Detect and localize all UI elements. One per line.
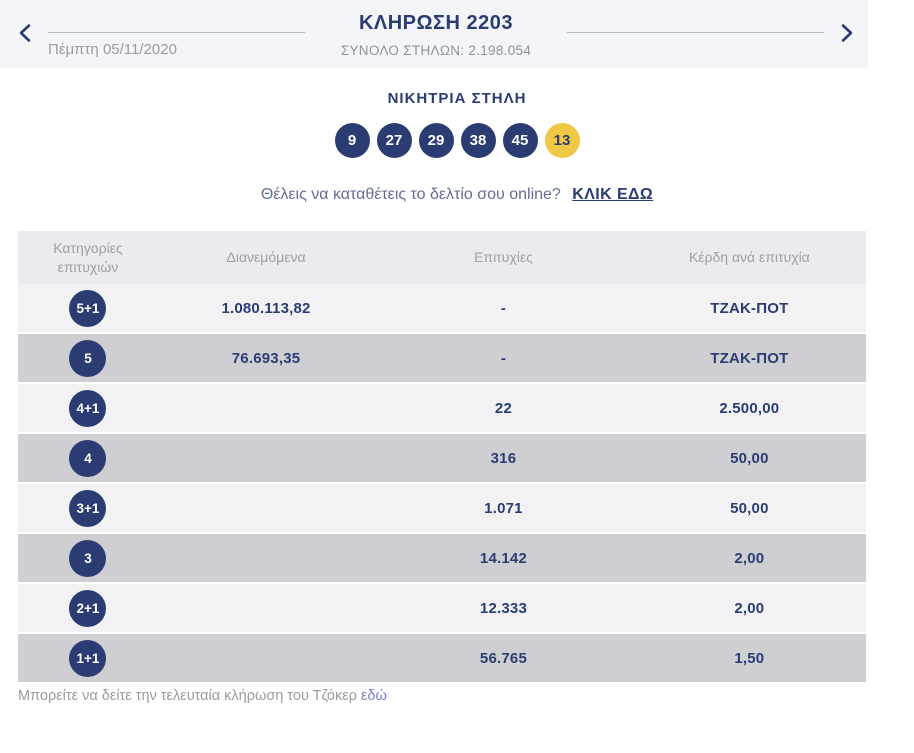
prize-per-winner: 2.500,00: [719, 399, 780, 417]
winners-count: 22: [494, 399, 512, 417]
winners-count: 14.142: [479, 549, 527, 567]
prize-per-winner: 1,50: [734, 649, 765, 667]
divider-block-right: [567, 0, 824, 33]
prize-per-winner: 50,00: [730, 499, 769, 517]
prize-per-winner: ΤΖΑΚ-ΠΟΤ: [710, 349, 789, 367]
distributed-amount: 76.693,35: [231, 349, 301, 367]
next-draw-button[interactable]: [840, 23, 854, 43]
winning-number-ball: 29: [418, 123, 454, 158]
winning-number-ball: 27: [376, 123, 412, 158]
prize-per-winner: 2,00: [734, 549, 765, 567]
category-badge: 5: [69, 339, 107, 377]
category-cell: 3+1: [18, 489, 158, 527]
distributed-amount: 1.080.113,82: [221, 299, 311, 317]
category-cell: 2+1: [18, 589, 158, 627]
winners-count: 12.333: [479, 599, 527, 617]
draw-date-block: Πέμπτη 05/11/2020: [48, 0, 305, 58]
winners-count: -: [500, 299, 507, 317]
chevron-left-icon: [18, 24, 32, 46]
table-row: 4+1 22 2.500,00: [18, 384, 866, 434]
results-table-body: 5+1 1.080.113,82 - ΤΖΑΚ-ΠΟΤ 5 76.693,35 …: [18, 284, 866, 684]
column-header-distributed: Διανεμόμενα: [226, 249, 306, 266]
category-cell: 1+1: [18, 639, 158, 677]
winners-count: 56.765: [479, 649, 527, 667]
cta-text: Θέλεις να καταθέτεις το δελτίο σου onlin…: [260, 186, 561, 203]
draw-title-block: ΚΛΗΡΩΣΗ 2203 ΣΥΝΟΛΟ ΣΤΗΛΩΝ: 2.198.054: [321, 0, 551, 58]
winning-number-ball: 45: [502, 123, 538, 158]
category-cell: 5: [18, 339, 158, 377]
prize-per-winner: 50,00: [730, 449, 769, 467]
chevron-right-icon: [840, 24, 854, 46]
table-row: 3+1 1.071 50,00: [18, 484, 866, 534]
footer-note: Μπορείτε να δείτε την τελευταία κλήρωση …: [18, 688, 914, 704]
category-badge: 2+1: [69, 589, 107, 627]
divider-line-left: [48, 32, 305, 33]
table-row: 5 76.693,35 - ΤΖΑΚ-ΠΟΤ: [18, 334, 866, 384]
winners-count: -: [500, 349, 507, 367]
divider-line-right: [567, 32, 824, 33]
winning-number-ball: 9: [334, 123, 370, 158]
previous-draw-button[interactable]: [18, 23, 32, 43]
winners-count: 316: [490, 449, 517, 467]
category-badge: 1+1: [69, 639, 107, 677]
draw-header: Πέμπτη 05/11/2020 ΚΛΗΡΩΣΗ 2203 ΣΥΝΟΛΟ ΣΤ…: [0, 0, 868, 68]
category-badge: 3: [69, 539, 107, 577]
table-row: 1+1 56.765 1,50: [18, 634, 866, 684]
footer-link[interactable]: εδώ: [361, 688, 387, 704]
prize-per-winner: ΤΖΑΚ-ΠΟΤ: [710, 299, 789, 317]
cta-link[interactable]: ΚΛΙΚ ΕΔΩ: [572, 186, 653, 203]
table-row: 5+1 1.080.113,82 - ΤΖΑΚ-ΠΟΤ: [18, 284, 866, 334]
joker-draw-results-page: Πέμπτη 05/11/2020 ΚΛΗΡΩΣΗ 2203 ΣΥΝΟΛΟ ΣΤ…: [0, 0, 914, 753]
category-badge: 3+1: [69, 489, 107, 527]
winning-numbers: 9 27 29 38 45 13: [0, 123, 914, 158]
draw-date: Πέμπτη 05/11/2020: [48, 41, 177, 58]
category-badge: 5+1: [69, 289, 107, 327]
results-table: Κατηγορίες επιτυχιών Διανεμόμενα Επιτυχί…: [18, 231, 866, 684]
winning-column-title: ΝΙΚΗΤΡΙΑ ΣΤΗΛΗ: [387, 90, 527, 107]
table-row: 3 14.142 2,00: [18, 534, 866, 584]
cta-line: Θέλεις να καταθέτεις το δελτίο σου onlin…: [0, 186, 914, 204]
prize-per-winner: 2,00: [734, 599, 765, 617]
column-header-categories: Κατηγορίες επιτυχιών: [53, 239, 123, 275]
winning-column-section: ΝΙΚΗΤΡΙΑ ΣΤΗΛΗ 9 27 29 38 45 13: [0, 90, 914, 158]
joker-number-ball: 13: [544, 123, 580, 158]
category-cell: 4+1: [18, 389, 158, 427]
column-header-prize: Κέρδη ανά επιτυχία: [688, 249, 810, 266]
category-cell: 4: [18, 439, 158, 477]
table-row: 4 316 50,00: [18, 434, 866, 484]
category-cell: 5+1: [18, 289, 158, 327]
results-table-header: Κατηγορίες επιτυχιών Διανεμόμενα Επιτυχί…: [18, 231, 866, 284]
draw-title: ΚΛΗΡΩΣΗ 2203: [358, 12, 514, 34]
category-cell: 3: [18, 539, 158, 577]
winners-count: 1.071: [484, 499, 523, 517]
total-columns-label: ΣΥΝΟΛΟ ΣΤΗΛΩΝ: 2.198.054: [340, 43, 532, 58]
table-row: 2+1 12.333 2,00: [18, 584, 866, 634]
winning-number-ball: 38: [460, 123, 496, 158]
footer-text: Μπορείτε να δείτε την τελευταία κλήρωση …: [18, 688, 357, 704]
category-badge: 4+1: [69, 389, 107, 427]
category-badge: 4: [69, 439, 107, 477]
column-header-winners: Επιτυχίες: [474, 249, 533, 266]
